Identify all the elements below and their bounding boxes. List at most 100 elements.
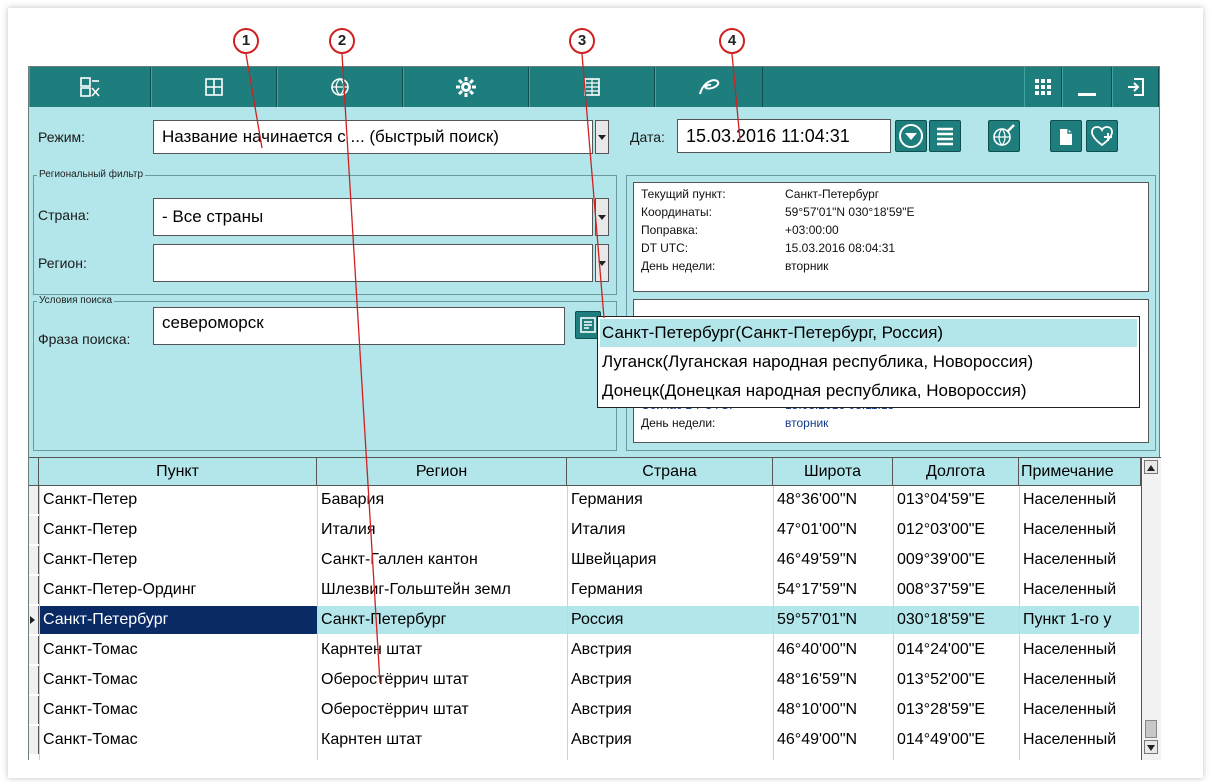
- cell-point: Санкт-Петер-Ординг: [43, 581, 197, 598]
- search-conditions-title: Условия поиска: [37, 295, 115, 306]
- row-indicator[interactable]: [29, 666, 39, 694]
- popup-item[interactable]: Луганск(Луганская народная республика, Н…: [600, 348, 1137, 376]
- column-separator: [39, 486, 40, 760]
- cell-country: Австрия: [571, 641, 632, 658]
- edit-globe-button[interactable]: [988, 120, 1020, 152]
- cell-latitude: 46°40'00"N: [777, 641, 858, 658]
- cell-region: Бавария: [321, 491, 385, 508]
- cell-point: Санкт-Петер: [43, 521, 138, 538]
- table-row[interactable]: Санкт-Петер Италия Италия 47°01'00"N 012°03'…: [29, 516, 1139, 544]
- cell-longitude: 012°03'00"E: [897, 521, 986, 538]
- row-indicator[interactable]: [29, 726, 39, 754]
- grid-scrollbar[interactable]: [1141, 458, 1161, 760]
- annotation-marker-1: 1: [233, 28, 259, 54]
- country-select[interactable]: - Все страны: [153, 198, 593, 236]
- history-list-icon: [580, 317, 596, 333]
- country-label: Страна:: [38, 207, 90, 223]
- table-row[interactable]: Санкт-Петербург Санкт-Петербург Россия 59°5…: [29, 606, 1139, 634]
- cell-longitude: 013°52'00"E: [897, 671, 986, 688]
- mode-select[interactable]: Название начинается с ... (быстрый поиск…: [153, 120, 593, 154]
- header-latitude[interactable]: Широта: [773, 458, 893, 486]
- table-row[interactable]: Санкт-Петер-Ординг Шлезвиг-Гольштейн земл…: [29, 576, 1139, 604]
- cell-country: Австрия: [571, 731, 632, 748]
- toolbar-button-apps[interactable]: [1024, 67, 1062, 107]
- cell-region: Санкт-Петербург: [321, 611, 447, 628]
- minimize-button[interactable]: [1062, 67, 1112, 107]
- cell-region: Оберостёррич штат: [321, 671, 469, 688]
- add-favorite-button[interactable]: [1086, 120, 1118, 152]
- heart-plus-icon: [1091, 126, 1113, 147]
- header-point[interactable]: Пункт: [39, 458, 317, 486]
- region-dropdown-button[interactable]: [595, 244, 609, 282]
- cell-point: Санкт-Петер: [43, 491, 138, 508]
- cell-note: Населенный: [1023, 551, 1117, 568]
- toolbar-button-globe[interactable]: [277, 67, 403, 107]
- exit-button[interactable]: [1112, 67, 1159, 107]
- table-row[interactable]: Санкт-Петер Санкт-Галлен кантон Швейцария 4…: [29, 546, 1139, 574]
- toolbar-button-ephemeris[interactable]: [655, 67, 763, 107]
- scroll-down-button[interactable]: [1144, 740, 1158, 754]
- cell-note: Населенный: [1023, 671, 1117, 688]
- cell-latitude: 46°49'59"N: [777, 551, 858, 568]
- toolbar-button-calculator[interactable]: [29, 67, 151, 107]
- cell-point: Санкт-Томас: [43, 641, 138, 658]
- cell-latitude: 47°01'00"N: [777, 521, 858, 538]
- cell-country: Австрия: [571, 671, 632, 688]
- column-separator: [1019, 486, 1020, 760]
- row-indicator[interactable]: [29, 576, 39, 604]
- coordinates-value: 59°57'01"N 030°18'59"E: [785, 205, 915, 219]
- scroll-up-button[interactable]: [1144, 460, 1158, 474]
- header-country[interactable]: Страна: [567, 458, 773, 486]
- cell-point: Санкт-Петер: [43, 551, 138, 568]
- cell-country: Италия: [571, 521, 626, 538]
- cell-latitude: 54°17'59"N: [777, 581, 858, 598]
- row-indicator[interactable]: [29, 636, 39, 664]
- table-row[interactable]: Санкт-Томас Карнтен штат Австрия 46°49'00"N…: [29, 726, 1139, 754]
- header-longitude[interactable]: Долгота: [893, 458, 1019, 486]
- date-dropdown-button[interactable]: [895, 120, 927, 152]
- row-indicator[interactable]: [29, 546, 39, 574]
- table-row[interactable]: Санкт-Томас Оберостёррич штат Австрия 48°10…: [29, 696, 1139, 724]
- mode-dropdown-button[interactable]: [595, 120, 609, 154]
- cell-latitude: 48°36'00"N: [777, 491, 858, 508]
- scroll-thumb[interactable]: [1145, 720, 1157, 738]
- cell-country: Россия: [571, 611, 624, 628]
- table-row[interactable]: Санкт-Петер Бавария Германия 48°36'00"N 013°…: [29, 486, 1139, 514]
- grid-corner: [29, 458, 39, 486]
- toolbar-button-grid[interactable]: [151, 67, 277, 107]
- results-grid: Пункт Регион Страна Широта Долгота Приме…: [29, 457, 1161, 760]
- cell-note: Населенный: [1023, 491, 1117, 508]
- row-indicator[interactable]: [29, 606, 39, 634]
- header-region[interactable]: Регион: [317, 458, 567, 486]
- cell-country: Швейцария: [571, 551, 657, 568]
- cell-region: Оберостёррич штат: [321, 701, 469, 718]
- toolbar-button-settings[interactable]: [403, 67, 529, 107]
- cell-region: Италия: [321, 521, 376, 538]
- cell-longitude: 014°24'00"E: [897, 641, 986, 658]
- row-indicator[interactable]: [29, 486, 39, 514]
- region-select[interactable]: [153, 244, 593, 282]
- date-input[interactable]: 15.03.2016 11:04:31: [677, 119, 891, 153]
- popup-item[interactable]: Донецк(Донецкая народная республика, Нов…: [600, 377, 1137, 405]
- cell-latitude: 46°49'00"N: [777, 731, 858, 748]
- list-button[interactable]: [929, 120, 961, 152]
- row-indicator[interactable]: [29, 516, 39, 544]
- cell-country: Германия: [571, 581, 643, 598]
- row-indicator[interactable]: [29, 696, 39, 724]
- column-separator: [317, 486, 318, 760]
- apps-icon: [1035, 79, 1051, 95]
- annotation-marker-3: 3: [569, 28, 595, 54]
- cell-region: Шлезвиг-Гольштейн земл: [321, 581, 511, 598]
- region-label: Регион:: [38, 255, 87, 271]
- toolbar-button-table[interactable]: [529, 67, 655, 107]
- table-row[interactable]: Санкт-Томас Оберостёррич штат Австрия 48°16…: [29, 666, 1139, 694]
- gear-icon: [456, 77, 476, 97]
- popup-item[interactable]: Санкт-Петербург(Санкт-Петербург, Россия): [600, 319, 1137, 347]
- dt-utc-value: 15.03.2016 08:04:31: [785, 241, 896, 255]
- cell-longitude: 008°37'59"E: [897, 581, 986, 598]
- search-phrase-input[interactable]: североморск: [153, 307, 565, 345]
- copy-button[interactable]: [1050, 120, 1082, 152]
- header-note[interactable]: Примечание: [1019, 458, 1141, 486]
- country-dropdown-button[interactable]: [595, 198, 609, 236]
- table-row[interactable]: Санкт-Томас Карнтен штат Австрия 46°40'00"N…: [29, 636, 1139, 664]
